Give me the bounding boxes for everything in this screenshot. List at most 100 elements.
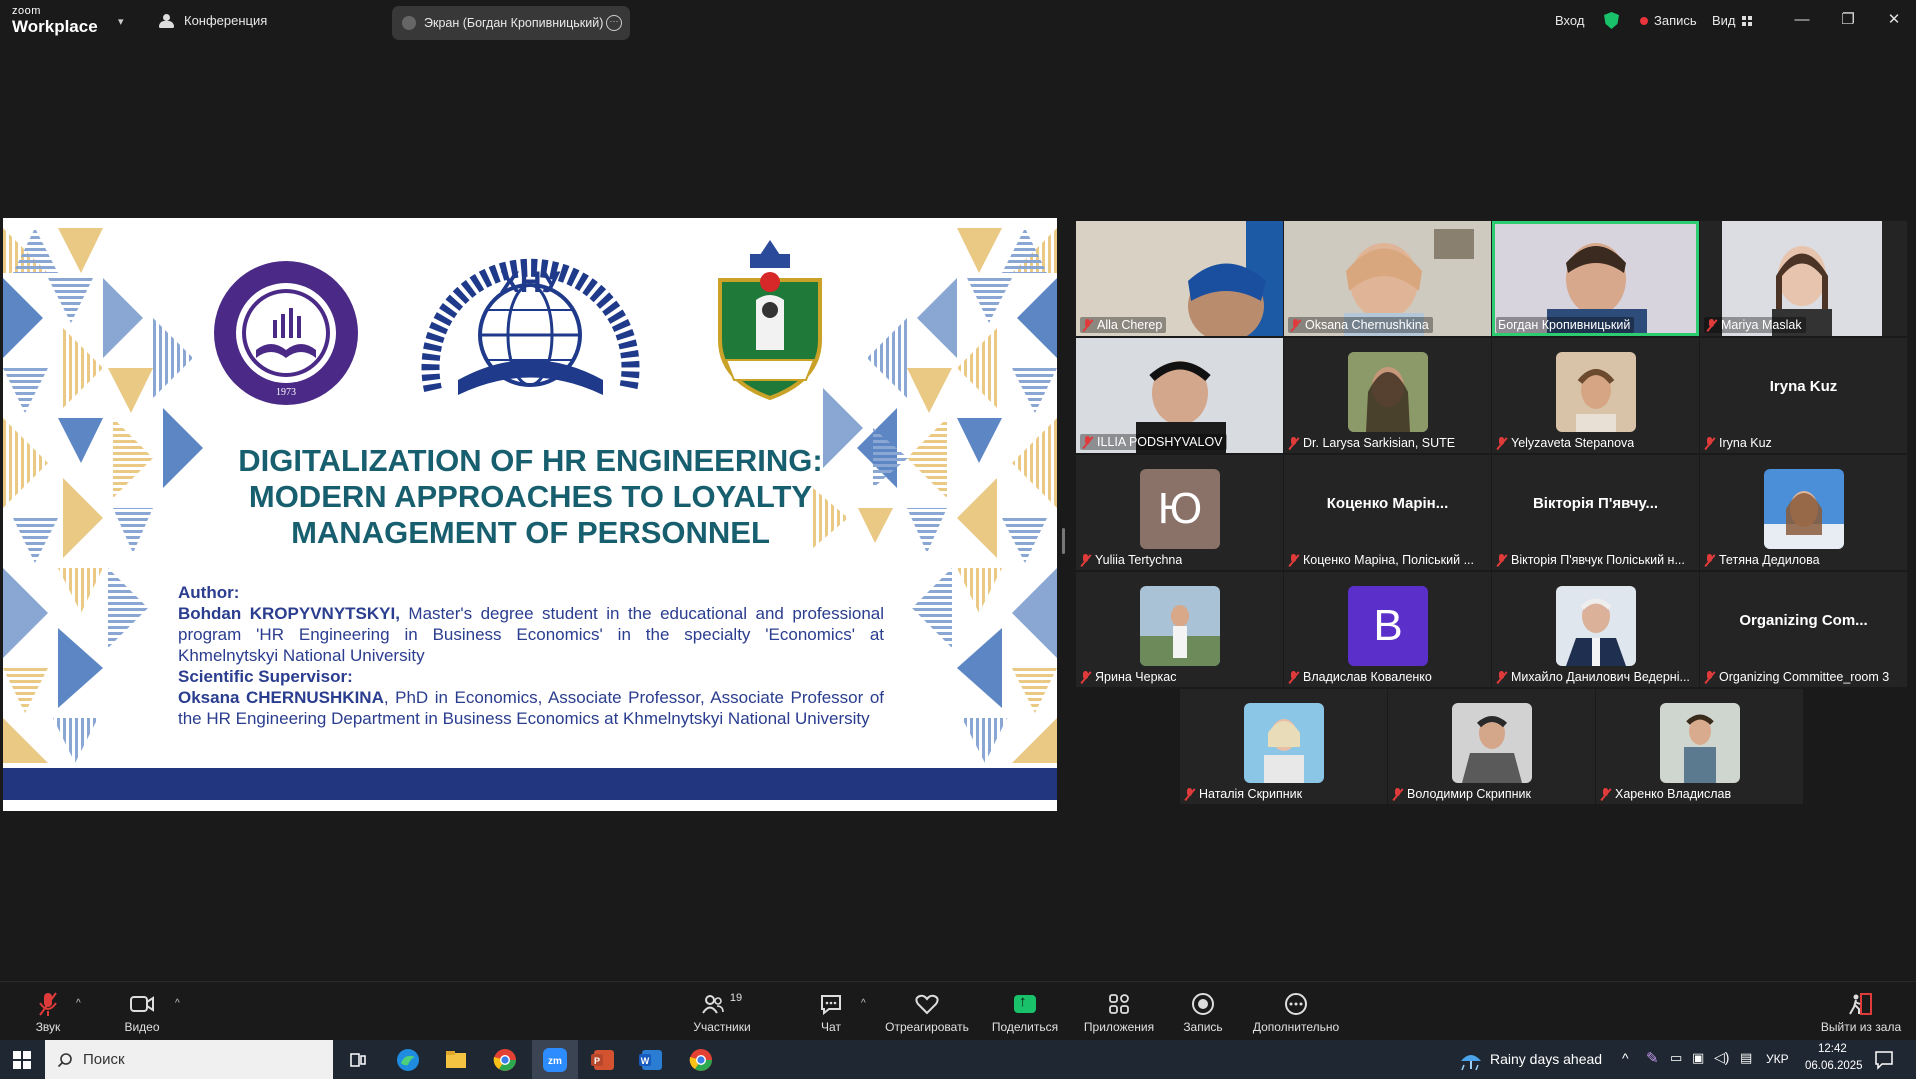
participant-tile[interactable]: ILLIA PODSHYVALOV bbox=[1076, 338, 1283, 453]
weather-text[interactable]: Rainy days ahead bbox=[1490, 1051, 1602, 1067]
file-explorer-icon[interactable] bbox=[443, 1047, 469, 1073]
participants-icon bbox=[702, 995, 724, 1014]
display-icon[interactable]: ▤ bbox=[1740, 1050, 1752, 1066]
participant-avatar bbox=[1348, 352, 1428, 432]
participant-tile[interactable]: Organizing Com... Organizing Committee_r… bbox=[1700, 572, 1907, 687]
grid-icon bbox=[1741, 15, 1752, 26]
weather-icon[interactable] bbox=[1458, 1049, 1484, 1071]
mic-muted-icon bbox=[1288, 670, 1299, 684]
signin-button[interactable]: Вход bbox=[1555, 13, 1584, 28]
faculty-logo: 1973 bbox=[214, 261, 358, 405]
participant-tile[interactable]: Ю Yuliia Tertychna bbox=[1076, 455, 1283, 570]
participant-tile[interactable]: Alla Cherep bbox=[1076, 221, 1283, 336]
participant-name: ILLIA PODSHYVALOV bbox=[1097, 435, 1223, 449]
chat-options-chevron-icon[interactable]: ^ bbox=[861, 998, 866, 1009]
mic-muted-icon bbox=[39, 992, 57, 1016]
mic-muted-icon bbox=[1288, 553, 1299, 567]
participant-tile[interactable]: Yelyzaveta Stepanova bbox=[1492, 338, 1699, 453]
participant-tile[interactable]: Михайло Данилович Ведерні... bbox=[1492, 572, 1699, 687]
restore-icon[interactable]: ❐ bbox=[1838, 10, 1858, 30]
participant-tile[interactable]: Тетяна Дедилова bbox=[1700, 455, 1907, 570]
participant-tile[interactable]: Ярина Черкас bbox=[1076, 572, 1283, 687]
task-view-icon[interactable] bbox=[345, 1047, 371, 1073]
slide-footer-bar bbox=[3, 768, 1057, 800]
react-button[interactable]: Отреагировать bbox=[884, 990, 970, 1034]
audio-button[interactable]: Звук bbox=[28, 990, 68, 1034]
taskbar-search[interactable]: Поиск bbox=[45, 1040, 333, 1079]
audio-label: Звук bbox=[35, 1020, 61, 1034]
participants-label: Участники bbox=[693, 1020, 751, 1034]
minimize-icon[interactable]: — bbox=[1792, 10, 1812, 30]
split-handle[interactable] bbox=[1062, 528, 1065, 554]
language-indicator[interactable]: УКР bbox=[1766, 1052, 1789, 1066]
video-button[interactable]: Видео bbox=[120, 990, 164, 1034]
participant-avatar bbox=[1244, 703, 1324, 783]
video-options-chevron-icon[interactable]: ^ bbox=[175, 998, 180, 1009]
apps-button[interactable]: Приложения bbox=[1082, 990, 1156, 1034]
brand-small: zoom bbox=[12, 5, 41, 17]
participant-name: Богдан Кропивницький bbox=[1498, 318, 1631, 332]
more-icon bbox=[1285, 993, 1307, 1015]
participants-button[interactable]: 19 Участники bbox=[690, 990, 754, 1034]
clock-date[interactable]: 06.06.2025 bbox=[1805, 1060, 1863, 1072]
leave-label: Выйти из зала bbox=[1820, 1020, 1902, 1034]
view-button[interactable]: Вид bbox=[1712, 13, 1752, 28]
chevron-down-icon[interactable]: ▾ bbox=[118, 15, 124, 28]
windows-start-icon[interactable] bbox=[13, 1051, 31, 1069]
shield-icon[interactable] bbox=[1604, 12, 1619, 29]
edge-browser-icon[interactable] bbox=[395, 1047, 421, 1073]
meet-now-icon[interactable]: ▣ bbox=[1692, 1050, 1704, 1066]
notifications-icon[interactable] bbox=[1874, 1050, 1894, 1070]
mic-muted-icon bbox=[1392, 787, 1403, 801]
close-icon[interactable]: ✕ bbox=[1884, 10, 1904, 30]
powerpoint-icon[interactable]: P bbox=[590, 1047, 616, 1073]
participant-display-name: Вікторія П'явчу... bbox=[1532, 495, 1659, 512]
tray-chevron-up-icon[interactable]: ^ bbox=[1622, 1050, 1629, 1066]
leave-button[interactable]: Выйти из зала bbox=[1820, 990, 1902, 1034]
chrome-icon[interactable] bbox=[492, 1047, 518, 1073]
participant-tile[interactable]: Mariya Maslak bbox=[1700, 221, 1907, 336]
participant-tile[interactable]: Наталія Скрипник bbox=[1180, 689, 1387, 804]
participant-tile[interactable]: Вікторія П'явчу... Вікторія П'явчук Полі… bbox=[1492, 455, 1699, 570]
zoom-workplace-logo[interactable]: zoom Workplace bbox=[12, 5, 98, 36]
participant-avatar bbox=[1556, 586, 1636, 666]
camera-icon bbox=[130, 996, 154, 1012]
apps-label: Приложения bbox=[1083, 1020, 1155, 1034]
mic-muted-icon bbox=[1080, 670, 1091, 684]
more-icon[interactable]: ··· bbox=[606, 15, 622, 31]
participant-tile[interactable]: Oksana Chernushkina bbox=[1284, 221, 1491, 336]
zoom-app-icon[interactable]: zm bbox=[542, 1047, 568, 1073]
clock-time[interactable]: 12:42 bbox=[1818, 1043, 1847, 1055]
mic-muted-icon bbox=[1184, 787, 1195, 801]
more-button[interactable]: Дополнительно bbox=[1250, 990, 1342, 1034]
participant-tile[interactable]: Dr. Larysa Sarkisian, SUTE bbox=[1284, 338, 1491, 453]
search-placeholder: Поиск bbox=[83, 1051, 125, 1068]
chat-button[interactable]: Чат bbox=[816, 990, 846, 1034]
participant-name: Yelyzaveta Stepanova bbox=[1511, 436, 1635, 450]
slide-title-line-3: MANAGEMENT OF PERSONNEL bbox=[291, 515, 770, 550]
share-label: Поделиться bbox=[991, 1020, 1059, 1034]
audio-options-chevron-icon[interactable]: ^ bbox=[76, 998, 81, 1009]
meeting-info-button[interactable]: Конференция bbox=[158, 13, 267, 28]
participant-tile[interactable]: Харенко Владислав bbox=[1596, 689, 1803, 804]
word-icon[interactable]: W bbox=[638, 1047, 664, 1073]
participant-tile[interactable]: B Владислав Коваленко bbox=[1284, 572, 1491, 687]
volume-icon[interactable]: ◁) bbox=[1714, 1049, 1729, 1066]
share-screen-button[interactable]: Поделиться bbox=[990, 990, 1060, 1034]
record-button[interactable]: Запись bbox=[1180, 990, 1226, 1034]
record-indicator[interactable]: Запись bbox=[1640, 13, 1697, 28]
record-icon bbox=[1192, 993, 1214, 1015]
network-icon[interactable]: ▭ bbox=[1670, 1050, 1682, 1066]
participant-tile-active-speaker[interactable]: Богдан Кропивницький bbox=[1492, 221, 1699, 336]
participant-tile[interactable]: Коценко Марін... Коценко Маріна, Поліськ… bbox=[1284, 455, 1491, 570]
participant-tile[interactable]: Володимир Скрипник bbox=[1388, 689, 1595, 804]
screen-share-pill[interactable]: Экран (Богдан Кропивницький) ··· bbox=[392, 6, 630, 40]
chrome-profile-icon[interactable] bbox=[688, 1047, 714, 1073]
participant-tile[interactable]: Iryna Kuz Iryna Kuz bbox=[1700, 338, 1907, 453]
author-name: Bohdan KROPYVNYTSKYI, bbox=[178, 604, 400, 623]
mic-muted-icon bbox=[1288, 436, 1299, 450]
pen-icon[interactable]: ✎ bbox=[1646, 1049, 1659, 1067]
participants-count: 19 bbox=[729, 992, 743, 1004]
avatar-icon bbox=[402, 16, 416, 30]
participant-letter-avatar: B bbox=[1348, 586, 1428, 666]
